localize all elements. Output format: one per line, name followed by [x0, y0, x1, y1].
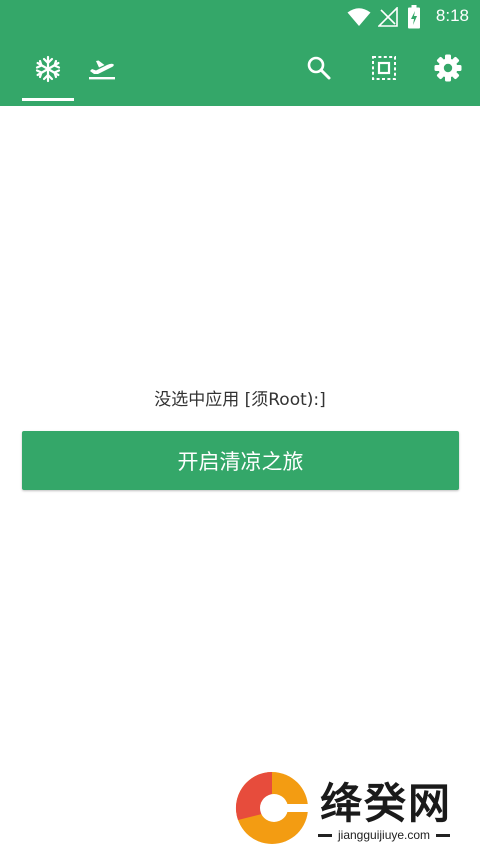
app-toolbar: 8:18	[0, 0, 480, 106]
clock: 8:18	[435, 6, 469, 25]
snowflake-icon	[35, 55, 61, 83]
wifi-icon	[347, 8, 371, 26]
search-icon	[307, 56, 331, 80]
watermark-url-row: jiangguijiuye.com	[318, 828, 451, 842]
divider	[436, 833, 451, 837]
signal-no-sim-icon	[378, 7, 398, 27]
watermark-logo-text: 绛癸网	[320, 779, 453, 828]
select-all-icon	[372, 56, 396, 80]
search-button[interactable]	[299, 48, 339, 88]
watermark-url: jiangguijiuye.com	[338, 828, 431, 842]
battery-charging-icon	[408, 5, 420, 29]
airplane-takeoff-icon	[89, 60, 115, 80]
tab-selected-indicator	[22, 98, 74, 101]
settings-button[interactable]	[428, 48, 468, 88]
empty-selection-message: 没选中应用 [须Root):]	[154, 390, 326, 410]
status-bar: 8:18	[0, 0, 480, 34]
settings-gear-icon	[434, 54, 462, 82]
tab-takeoff[interactable]	[76, 44, 128, 94]
site-watermark: 绛癸网 jiangguijiuye.com	[232, 768, 472, 848]
start-cooling-button[interactable]: 开启清凉之旅	[22, 431, 459, 490]
select-all-button[interactable]	[364, 48, 404, 88]
divider	[318, 833, 332, 837]
watermark-logo-icon	[235, 771, 308, 844]
tab-freeze[interactable]	[22, 44, 74, 94]
